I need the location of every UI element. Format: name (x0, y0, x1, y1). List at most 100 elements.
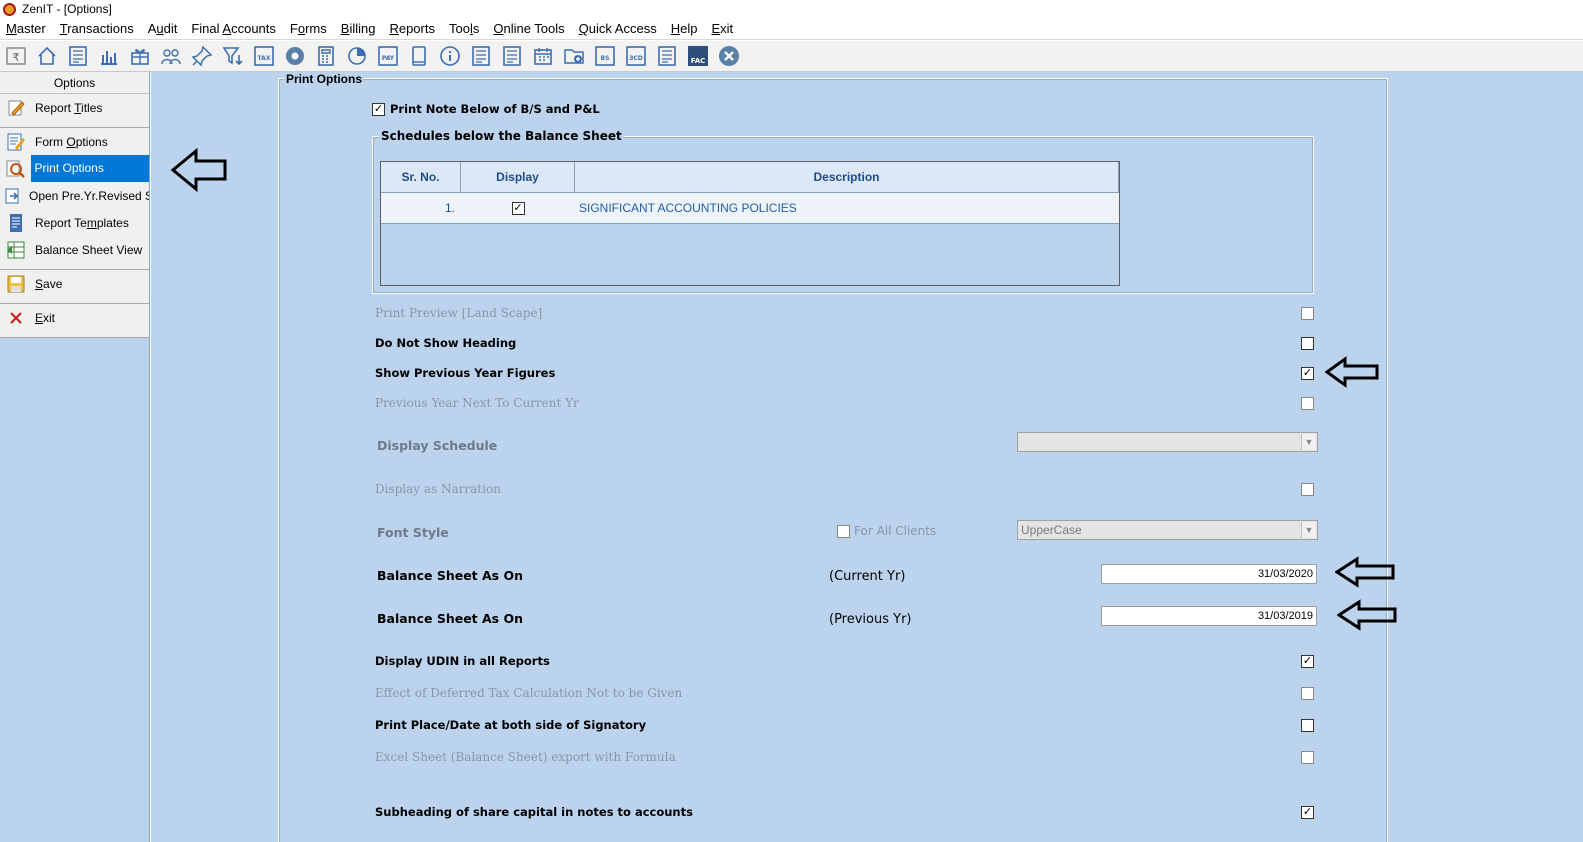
column-header-display[interactable]: Display (461, 162, 575, 192)
option-label-display-udin-in-all-reports: Display UDIN in all Reports (375, 654, 550, 668)
menu-billing[interactable]: Billing (341, 21, 376, 36)
cell-description: SIGNIFICANT ACCOUNTING POLICIES (579, 201, 797, 215)
save-icon (4, 273, 28, 295)
options-sidebar: Options Report Titles Form Options Print O… (0, 72, 150, 842)
menu-tools[interactable]: Tools (449, 21, 479, 36)
rupee-book-icon[interactable]: ₹ (3, 43, 29, 69)
print-note-option[interactable]: Print Note Below of B/S and P&L (372, 102, 600, 116)
sidebar-item-report-titles[interactable]: Report Titles (0, 94, 149, 121)
sidebar-item-label: Print Options (31, 155, 149, 182)
sidebar-separator (0, 263, 149, 270)
close-icon[interactable] (716, 43, 742, 69)
display-as-narration-checkbox[interactable] (1301, 483, 1314, 496)
calendar-icon[interactable] (530, 43, 556, 69)
svg-text:FAC: FAC (691, 57, 706, 65)
print-note-label: Print Note Below of B/S and P&L (390, 102, 600, 116)
pin-icon[interactable] (189, 43, 215, 69)
clipboard-icon[interactable] (499, 43, 525, 69)
table-row[interactable]: 1. SIGNIFICANT ACCOUNTING POLICIES (381, 193, 1119, 224)
option-checkbox-show-previous-year-figures[interactable] (1301, 367, 1314, 380)
title-bar: ZenIT - [Options] (0, 0, 1583, 18)
annotation-arrow-icon (170, 148, 227, 192)
building-icon[interactable] (65, 43, 91, 69)
sidebar-item-save[interactable]: Save (0, 270, 149, 297)
sidebar-item-open-pre-yr-revised-sch[interactable]: Open Pre.Yr.Revised Sch (0, 182, 149, 209)
for-all-clients-option[interactable]: For All Clients (837, 524, 936, 538)
svg-text:3CD: 3CD (629, 55, 643, 62)
sidebar-item-label: Open Pre.Yr.Revised Sch (29, 188, 149, 203)
display-schedule-dropdown[interactable]: ▼ (1017, 432, 1318, 452)
for-all-clients-checkbox[interactable] (837, 524, 850, 538)
option-checkbox-print-place-date-at-both-side-of-signatory[interactable] (1301, 719, 1314, 732)
menu-final-accounts[interactable]: Final Accounts (191, 21, 276, 36)
sidebar-item-report-templates[interactable]: Report Templates (0, 209, 149, 236)
info-icon[interactable] (437, 43, 463, 69)
pay-icon[interactable]: PAY (375, 43, 401, 69)
option-checkbox-print-preview-land-scape[interactable] (1301, 307, 1314, 320)
toolbar: ₹ TAX PAY BS 3CD FAC (0, 41, 1583, 72)
sidebar-separator (0, 331, 149, 338)
annotation-arrow-icon (1325, 356, 1379, 388)
cell-sr-no: 1. (444, 201, 455, 215)
option-checkbox-do-not-show-heading[interactable] (1301, 337, 1314, 350)
fac-icon[interactable]: FAC (685, 43, 711, 69)
menu-transactions[interactable]: Transactions (60, 21, 134, 36)
pie-chart-icon[interactable] (344, 43, 370, 69)
column-header-sr-no[interactable]: Sr. No. (381, 162, 461, 192)
schedules-legend: Schedules below the Balance Sheet (379, 129, 624, 143)
menu-exit[interactable]: Exit (711, 21, 733, 36)
eye-icon[interactable] (282, 43, 308, 69)
bs-previous-date-input[interactable]: 31/03/2019 (1101, 606, 1317, 626)
menu-online-tools[interactable]: Online Tools (493, 21, 564, 36)
calculator-icon[interactable] (313, 43, 339, 69)
main-content: Print Options Print Note Below of B/S an… (151, 72, 1583, 842)
bs-icon[interactable]: BS (592, 43, 618, 69)
folder-add-icon[interactable] (561, 43, 587, 69)
option-checkbox-display-udin-in-all-reports[interactable] (1301, 655, 1314, 668)
chevron-down-icon[interactable]: ▼ (1301, 522, 1316, 538)
print-note-checkbox[interactable] (372, 102, 385, 116)
sidebar-item-balance-sheet-view[interactable]: Balance Sheet View (0, 236, 149, 263)
gift-icon[interactable] (127, 43, 153, 69)
annotation-arrow-icon (1337, 599, 1397, 631)
option-label-do-not-show-heading: Do Not Show Heading (375, 336, 517, 350)
sidebar-item-exit[interactable]: Exit (0, 304, 149, 331)
option-checkbox-excel-sheet-balance-sheet-export-with-formula[interactable] (1301, 751, 1314, 764)
display-checkbox[interactable] (511, 201, 525, 215)
filter-icon[interactable] (220, 43, 246, 69)
sidebar-item-print-options[interactable]: Print Options (0, 155, 149, 182)
chevron-down-icon[interactable]: ▼ (1301, 434, 1316, 450)
magnifier-icon (4, 158, 27, 180)
bs-current-period: (Current Yr) (829, 569, 906, 584)
users-icon[interactable] (158, 43, 184, 69)
menu-master[interactable]: Master (6, 21, 46, 36)
report-icon[interactable] (468, 43, 494, 69)
option-checkbox-effect-of-deferred-tax-calculation-not-to-be-given[interactable] (1301, 687, 1314, 700)
sidebar-item-label: Report Templates (35, 215, 129, 230)
column-header-description[interactable]: Description (575, 162, 1119, 192)
font-style-dropdown[interactable]: UpperCase ▼ (1017, 520, 1318, 540)
menu-quick-access[interactable]: Quick Access (579, 21, 657, 36)
3cd-icon[interactable]: 3CD (623, 43, 649, 69)
home-icon[interactable] (34, 43, 60, 69)
book-icon[interactable] (406, 43, 432, 69)
annotation-arrow-icon (1335, 556, 1395, 588)
display-as-narration-label: Display as Narration (375, 482, 501, 496)
menu-help[interactable]: Help (671, 21, 698, 36)
document-icon[interactable] (654, 43, 680, 69)
option-checkbox-subheading-of-share-capital-in-notes-to-accounts[interactable] (1301, 806, 1314, 819)
bs-current-date-input[interactable]: 31/03/2020 (1101, 564, 1317, 584)
table-header: Sr. No. Display Description (381, 162, 1119, 193)
sidebar-item-form-options[interactable]: Form Options (0, 128, 149, 155)
menu-reports[interactable]: Reports (389, 21, 435, 36)
menu-forms[interactable]: Forms (290, 21, 327, 36)
option-checkbox-previous-year-next-to-current-yr[interactable] (1301, 397, 1314, 410)
menu-audit[interactable]: Audit (148, 21, 178, 36)
bar-chart-icon[interactable] (96, 43, 122, 69)
tax-icon[interactable]: TAX (251, 43, 277, 69)
svg-text:₹: ₹ (13, 51, 20, 64)
cell-display[interactable] (461, 193, 575, 223)
option-label-print-preview-land-scape: Print Preview [Land Scape] (375, 306, 543, 320)
bs-current-label: Balance Sheet As On (377, 568, 523, 583)
option-label-print-place-date-at-both-side-of-signatory: Print Place/Date at both side of Signato… (375, 718, 647, 732)
